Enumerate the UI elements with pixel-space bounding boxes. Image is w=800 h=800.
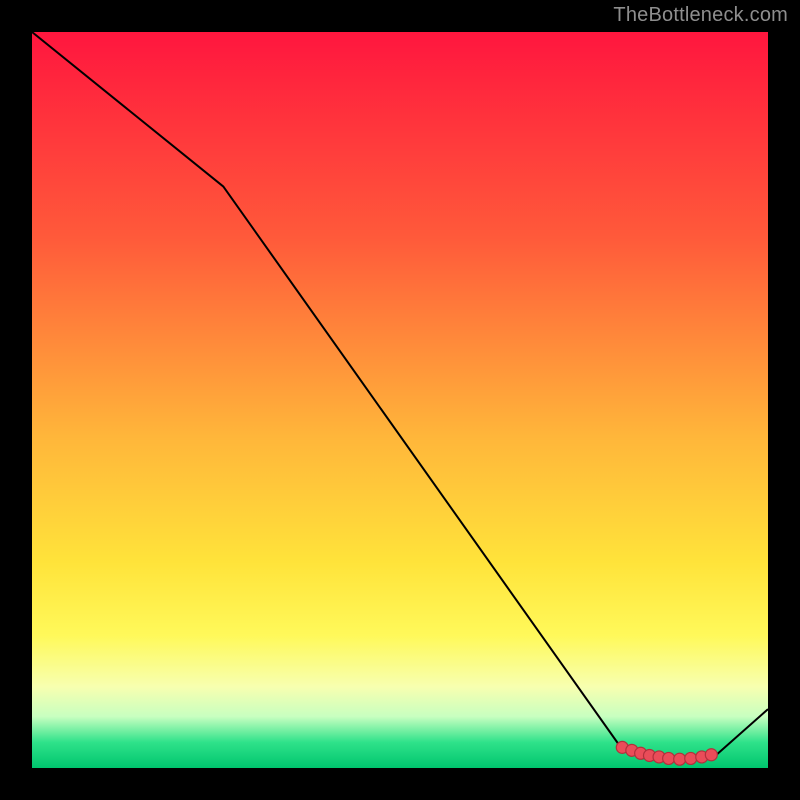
data-marker: [663, 752, 675, 764]
data-marker: [674, 753, 686, 765]
data-marker: [705, 749, 717, 761]
data-marker: [685, 752, 697, 764]
gradient-background: [32, 32, 768, 768]
attribution-text: TheBottleneck.com: [613, 4, 788, 27]
chart-container: TheBottleneck.com: [0, 0, 800, 800]
chart-svg: [32, 32, 768, 768]
plot-area: [32, 32, 768, 768]
